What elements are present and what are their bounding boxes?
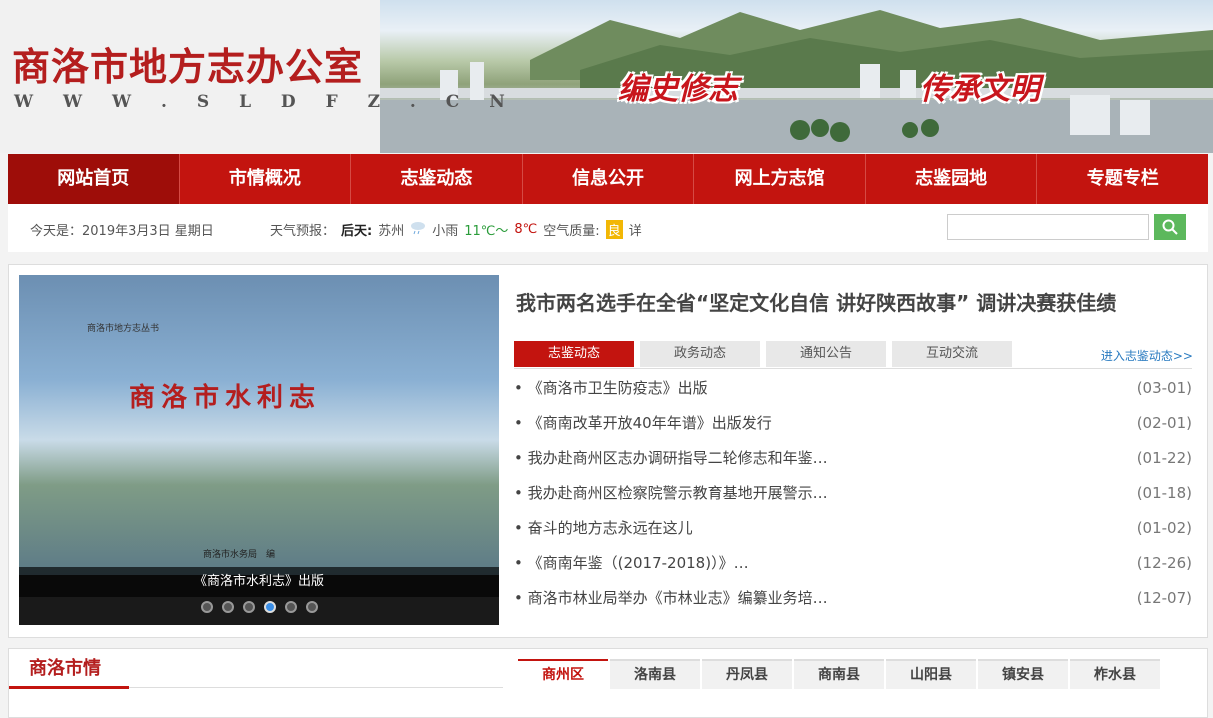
list-item[interactable]: • 我办赴商州区志办调研指导二轮修志和年鉴… (01-22) bbox=[514, 443, 1192, 478]
book-series: 商洛市地方志丛书 bbox=[87, 324, 160, 334]
tab-danfeng[interactable]: 丹凤县 bbox=[702, 659, 792, 689]
slider-dot[interactable] bbox=[305, 601, 318, 613]
news-date: (01-02) bbox=[1136, 519, 1192, 537]
news-date: (02-01) bbox=[1136, 414, 1192, 432]
more-news-link[interactable]: 进入志鉴动态>> bbox=[1101, 347, 1193, 364]
temp-high: 11℃～ bbox=[464, 224, 509, 239]
tab-luonan[interactable]: 洛南县 bbox=[610, 659, 700, 689]
weather-detail-link[interactable]: 详 bbox=[629, 220, 642, 239]
image-slider[interactable]: 商洛市地方志丛书 商洛市水利志 商洛市水务局 编 《商洛市水利志》出版 bbox=[19, 275, 499, 625]
tab-zhashui[interactable]: 柞水县 bbox=[1070, 659, 1160, 689]
rain-icon bbox=[410, 221, 426, 239]
list-item[interactable]: • 《商南年鉴（(2017-2018)）》… (12-26) bbox=[514, 548, 1192, 583]
slider-caption[interactable]: 《商洛市水利志》出版 bbox=[19, 567, 499, 597]
news-list: • 《商洛市卫生防疫志》出版 (03-01) • 《商南改革开放40年年谱》出版发… bbox=[514, 373, 1192, 618]
section-title: 商洛市情 bbox=[9, 649, 129, 689]
air-quality-label: 空气质量: bbox=[543, 224, 600, 239]
search-input[interactable] bbox=[947, 214, 1149, 240]
news-title[interactable]: • 商洛市林业局举办《市林业志》编纂业务培… bbox=[514, 583, 828, 618]
slider-dot[interactable] bbox=[242, 601, 255, 613]
slogan-right: 传承文明 bbox=[920, 72, 1040, 107]
news-date: (01-18) bbox=[1136, 484, 1192, 502]
tab-shangzhou[interactable]: 商州区 bbox=[518, 659, 608, 689]
tab-gov-news[interactable]: 政务动态 bbox=[640, 341, 760, 367]
site-title: 商洛市地方志办公室 bbox=[12, 44, 364, 89]
city-info-section: 商洛市情 商州区 洛南县 丹凤县 商南县 山阳县 镇安县 柞水县 bbox=[8, 648, 1208, 718]
weather-label: 天气预报： bbox=[270, 224, 336, 239]
list-item[interactable]: • 奋斗的地方志永远在这儿 (01-02) bbox=[514, 513, 1192, 548]
main-nav: 网站首页 市情概况 志鉴动态 信息公开 网上方志馆 志鉴园地 专题专栏 bbox=[8, 154, 1208, 204]
news-title[interactable]: • 《商洛市卫生防疫志》出版 bbox=[514, 373, 708, 408]
slogan-left: 编史修志 bbox=[618, 72, 738, 107]
site-header: 编史修志 传承文明 商洛市地方志办公室 W W W . S L D F Z . … bbox=[0, 0, 1213, 153]
tab-interaction[interactable]: 互动交流 bbox=[892, 341, 1012, 367]
county-tabs: 商州区 洛南县 丹凤县 商南县 山阳县 镇安县 柞水县 bbox=[518, 659, 1160, 689]
nav-online-museum[interactable]: 网上方志馆 bbox=[694, 154, 866, 204]
news-date: (12-26) bbox=[1136, 554, 1192, 572]
weather-widget: 天气预报： 后天: 苏州 小雨 11℃～ 8℃ 空气质量: 良 详 bbox=[270, 220, 642, 239]
weather-day: 后天: bbox=[341, 224, 373, 239]
slider-dot[interactable] bbox=[200, 601, 213, 613]
news-date: (03-01) bbox=[1136, 379, 1192, 397]
nav-public-info[interactable]: 信息公开 bbox=[523, 154, 695, 204]
banner-image: 编史修志 传承文明 bbox=[380, 0, 1213, 153]
news-date: (01-22) bbox=[1136, 449, 1192, 467]
list-item[interactable]: • 《商洛市卫生防疫志》出版 (03-01) bbox=[514, 373, 1192, 408]
nav-news[interactable]: 志鉴动态 bbox=[351, 154, 523, 204]
current-date: 今天是：2019年3月3日 星期日 bbox=[30, 224, 214, 239]
slider-dot-active[interactable] bbox=[263, 601, 276, 613]
tab-zhenan[interactable]: 镇安县 bbox=[978, 659, 1068, 689]
search-icon bbox=[1162, 219, 1178, 235]
headline-link[interactable]: 我市两名选手在全省“坚定文化自信 讲好陕西故事” 调讲决赛获佳绩 bbox=[516, 287, 1116, 316]
tab-shangnan[interactable]: 商南县 bbox=[794, 659, 884, 689]
list-item[interactable]: • 《商南改革开放40年年谱》出版发行 (02-01) bbox=[514, 408, 1192, 443]
news-title[interactable]: • 我办赴商州区检察院警示教育基地开展警示… bbox=[514, 478, 828, 513]
site-url: W W W . S L D F Z . C N bbox=[14, 92, 517, 112]
slider-dots bbox=[19, 601, 499, 613]
list-item[interactable]: • 商洛市林业局举办《市林业志》编纂业务培… (12-07) bbox=[514, 583, 1192, 618]
news-title[interactable]: • 《商南改革开放40年年谱》出版发行 bbox=[514, 408, 772, 443]
air-quality-badge: 良 bbox=[605, 220, 623, 239]
nav-home[interactable]: 网站首页 bbox=[8, 154, 180, 204]
slider-dot[interactable] bbox=[221, 601, 234, 613]
weather-condition: 小雨 bbox=[432, 224, 459, 239]
nav-garden[interactable]: 志鉴园地 bbox=[866, 154, 1038, 204]
main-panel: 商洛市地方志丛书 商洛市水利志 商洛市水务局 编 《商洛市水利志》出版 我市两名… bbox=[8, 264, 1208, 638]
mountain-scenery bbox=[380, 10, 1213, 153]
book-title: 商洛市水利志 bbox=[129, 383, 322, 413]
search-button[interactable] bbox=[1154, 214, 1186, 240]
news-tabs: 志鉴动态 政务动态 通知公告 互动交流 bbox=[514, 341, 1192, 369]
list-item[interactable]: • 我办赴商州区检察院警示教育基地开展警示… (01-18) bbox=[514, 478, 1192, 513]
weather-city: 苏州 bbox=[378, 224, 405, 239]
info-bar: 今天是：2019年3月3日 星期日 天气预报： 后天: 苏州 小雨 11℃～ 8… bbox=[8, 204, 1208, 252]
temp-low: 8℃ bbox=[514, 222, 538, 237]
book-publisher: 商洛市水务局 编 bbox=[203, 550, 276, 560]
nav-special[interactable]: 专题专栏 bbox=[1037, 154, 1208, 204]
tab-journal-news[interactable]: 志鉴动态 bbox=[514, 341, 634, 367]
slider-dot[interactable] bbox=[284, 601, 297, 613]
news-title[interactable]: • 我办赴商州区志办调研指导二轮修志和年鉴… bbox=[514, 443, 828, 478]
news-date: (12-07) bbox=[1136, 589, 1192, 607]
news-title[interactable]: • 奋斗的地方志永远在这儿 bbox=[514, 513, 693, 548]
divider bbox=[129, 687, 503, 688]
book-cover-image: 商洛市地方志丛书 商洛市水利志 商洛市水务局 编 bbox=[19, 275, 499, 575]
tab-shanyang[interactable]: 山阳县 bbox=[886, 659, 976, 689]
tab-notices[interactable]: 通知公告 bbox=[766, 341, 886, 367]
news-title[interactable]: • 《商南年鉴（(2017-2018)）》… bbox=[514, 548, 749, 583]
nav-overview[interactable]: 市情概况 bbox=[180, 154, 352, 204]
